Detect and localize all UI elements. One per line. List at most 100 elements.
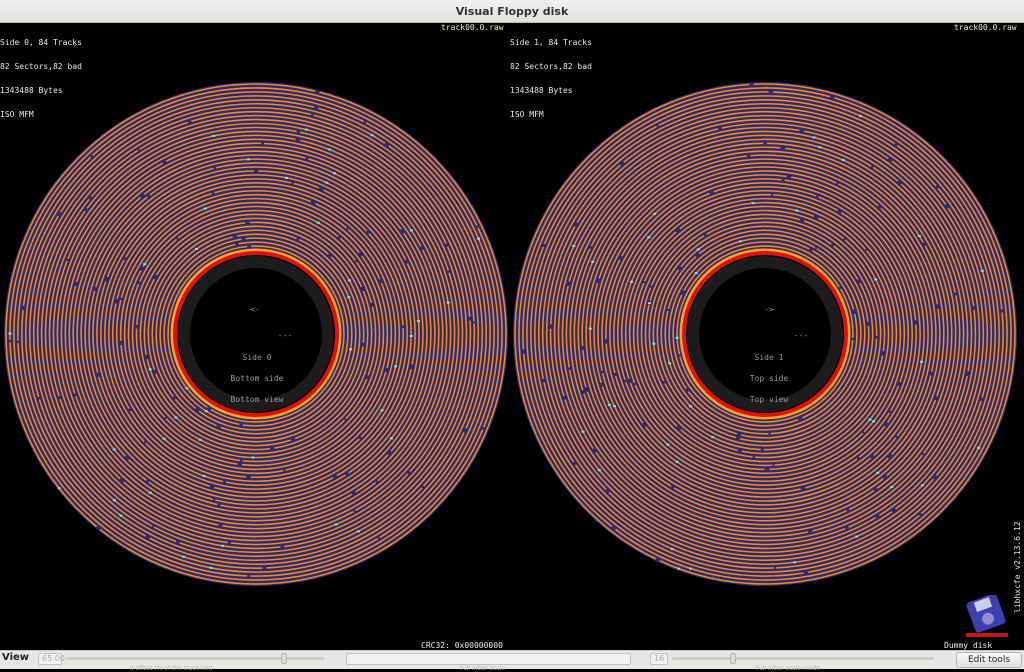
sector-marker	[612, 405, 616, 408]
sector-marker	[648, 302, 651, 305]
sector-marker	[394, 365, 398, 368]
floppy-view-canvas[interactable]: Side 0, 84 Tracks 82 Sectors,82 bad 1343…	[0, 23, 1024, 650]
sector-marker	[795, 209, 799, 212]
side0-center-line: Side 0	[242, 353, 272, 362]
sector-marker	[666, 443, 670, 446]
sector-marker	[980, 269, 984, 272]
sector-marker	[859, 114, 862, 117]
side0-center-line: Bottom view	[230, 395, 284, 404]
sector-marker	[818, 146, 822, 149]
side1-info-line: 82 Sectors,82 bad	[510, 62, 592, 71]
sector-marker	[446, 301, 450, 304]
disk-name: Dummy disk	[944, 641, 993, 650]
sector-marker	[370, 134, 374, 137]
sector-marker	[874, 278, 878, 281]
side0-center-line: Bottom side	[230, 374, 284, 383]
sector-marker	[143, 263, 147, 266]
sector-marker	[209, 566, 213, 569]
sector-marker	[203, 207, 207, 210]
sector-marker	[8, 332, 12, 335]
sector-marker	[812, 136, 816, 139]
sector-marker	[119, 514, 123, 517]
sector-marker	[677, 567, 681, 570]
side1-info-line: Side 1, 84 Tracks	[510, 38, 592, 47]
scale-input[interactable]: 16	[650, 653, 668, 665]
sector-marker	[694, 272, 698, 275]
sector-marker	[204, 410, 208, 413]
sector-marker	[380, 409, 384, 412]
sector-marker	[868, 418, 872, 421]
scale-slider-track[interactable]	[672, 657, 934, 660]
sector-marker	[162, 437, 166, 440]
sector-marker	[689, 405, 692, 408]
sector-marker	[347, 279, 351, 282]
side1-center-line: Top view	[749, 395, 789, 404]
sector-marker	[316, 221, 320, 224]
sector-marker	[409, 335, 413, 337]
sector-marker	[328, 148, 332, 151]
sector-marker	[112, 448, 116, 451]
sector-marker	[581, 430, 585, 433]
sector-marker	[389, 437, 393, 440]
sector-marker	[876, 471, 880, 474]
scale-slider-handle[interactable]	[730, 653, 736, 664]
sector-marker	[409, 229, 413, 232]
sector-marker	[304, 128, 308, 131]
sector-marker	[652, 342, 656, 345]
sector-marker	[921, 484, 924, 487]
sector-marker	[333, 172, 336, 175]
floppy-logo-icon	[966, 595, 1008, 637]
sector-marker	[670, 548, 674, 551]
disk-side0[interactable]	[3, 81, 509, 587]
sector-marker	[247, 158, 250, 161]
side1-filename: track00.0.raw	[954, 23, 1017, 32]
sector-marker	[212, 134, 216, 137]
sector-marker	[195, 248, 198, 250]
sector-marker	[647, 236, 651, 239]
edit-tools-button[interactable]: Edit tools	[956, 652, 1022, 668]
view-label: View	[2, 652, 30, 663]
sector-marker	[198, 438, 202, 441]
side0-info-line: Side 0, 84 Tracks	[0, 38, 82, 47]
sector-marker	[591, 260, 595, 263]
sector-marker	[653, 212, 657, 215]
sector-marker	[890, 486, 894, 488]
disk-side1[interactable]	[512, 81, 1018, 587]
sector-marker	[185, 387, 189, 390]
sector-marker	[751, 202, 755, 205]
side1-center-label: Side 1 Top side Top view	[725, 340, 813, 417]
sector-marker	[182, 555, 186, 558]
sector-marker	[347, 296, 351, 299]
sector-marker	[675, 460, 679, 463]
side0-dash: ---	[277, 331, 293, 340]
sector-marker	[112, 499, 116, 502]
x-offset-input[interactable]: 65.00	[38, 653, 65, 665]
sector-marker	[325, 181, 329, 184]
side1-arrow: ->	[764, 305, 774, 314]
side1-center-line: Top side	[749, 374, 789, 383]
sector-marker	[148, 368, 152, 371]
sector-marker	[148, 491, 152, 494]
sector-marker	[920, 360, 924, 363]
sector-marker	[630, 280, 633, 283]
sector-marker	[689, 567, 692, 570]
x-offset-slider-handle[interactable]	[281, 653, 287, 664]
sector-marker	[739, 240, 742, 243]
sector-marker	[349, 348, 353, 351]
sector-marker	[597, 469, 601, 472]
side0-center-label: Side 0 Bottom side Bottom view	[213, 340, 301, 417]
sector-marker	[607, 403, 611, 406]
library-version: libhxcfe v2.13.6.12	[1013, 521, 1022, 613]
sector-marker	[221, 544, 224, 547]
sector-marker	[251, 456, 255, 459]
full-scale-field[interactable]	[346, 653, 631, 665]
sector-marker	[356, 530, 360, 533]
side1-center-line: Side 1	[754, 353, 784, 362]
window-title: Visual Floppy disk	[455, 5, 569, 18]
side0-arrow: <-	[250, 305, 260, 314]
sector-marker	[334, 523, 338, 526]
sector-marker	[711, 436, 715, 439]
sector-marker	[841, 159, 845, 161]
window-titlebar: Visual Floppy disk	[0, 0, 1024, 23]
sector-marker	[588, 327, 592, 330]
